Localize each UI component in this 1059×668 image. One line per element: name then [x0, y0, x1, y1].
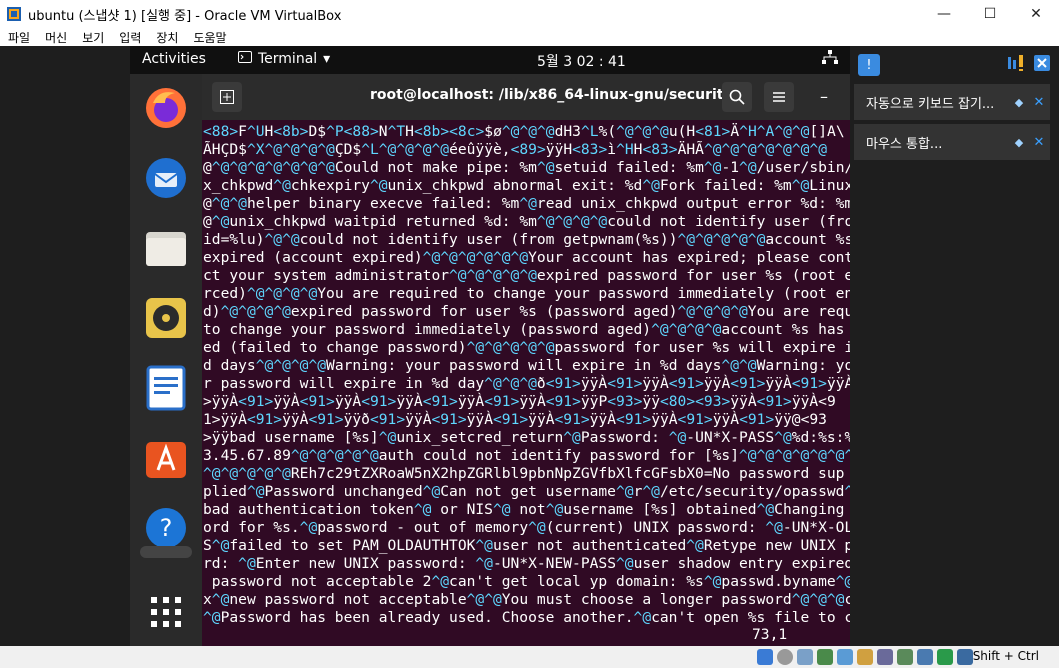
vim-ruler: 73,1 54%: [752, 626, 788, 643]
rhythmbox-icon[interactable]: [140, 292, 192, 344]
terminal-line: r password will expire in %d day^@^@^@ð<…: [203, 375, 850, 392]
terminal-line: x_chkpwd^@chkexpiry^@unix_chkpwd abnorma…: [203, 177, 850, 194]
chevron-down-icon: ▾: [323, 51, 331, 67]
window-title: ubuntu (스냅샷 1) [실행 중] - Oracle VM Virtua…: [28, 8, 342, 24]
network-icon[interactable]: [822, 50, 838, 68]
info-icon[interactable]: ◆: [1010, 136, 1028, 149]
app-menu-label: Terminal: [258, 51, 318, 67]
search-button[interactable]: [722, 82, 752, 112]
terminal-line: password not acceptable 2^@can't get loc…: [203, 573, 850, 590]
show-apps-icon[interactable]: [140, 586, 192, 638]
terminal-line: @^@^@^@^@^@^@^@Could not make pipe: %m^@…: [203, 159, 850, 176]
terminal-line: bad authentication token^@ or NIS^@ not^…: [203, 501, 845, 518]
notification-center-icon[interactable]: [1007, 54, 1025, 76]
network-adapter-icon[interactable]: [817, 649, 833, 665]
terminal-line: >ÿÿbad username [%s]^@unix_setcred_retur…: [203, 429, 850, 446]
terminal-line: to change your password immediately (pas…: [203, 321, 845, 338]
recording-icon[interactable]: [897, 649, 913, 665]
status-icons: [757, 649, 973, 665]
terminal-line: x^@new password not acceptable^@^@You mu…: [203, 591, 850, 608]
terminal-line: 1>ÿÿÀ<91>ÿÿÀ<91>ÿÿð<91>ÿÿÀ<91>ÿÿÀ<91>ÿÿÀ…: [203, 411, 827, 428]
close-icon[interactable]: ✕: [1028, 135, 1050, 150]
writer-icon[interactable]: [140, 362, 192, 414]
terminal-line: ct your system administrator^@^@^@^@^@ex…: [203, 267, 850, 284]
activities-button[interactable]: Activities: [142, 51, 206, 67]
terminal-app-icon: [238, 51, 252, 67]
vbox-statusbar: Shift + Ctrl: [0, 646, 1059, 668]
window-menubar: 파일 머신 보기 입력 장치 도움말: [0, 28, 1059, 46]
notification-pin-icon[interactable]: !: [858, 54, 880, 76]
vbox-notification-panel: ! 자동으로 키보드 잡기... ◆ ✕ 마우스 통합... ◆ ✕: [850, 46, 1059, 646]
guest-desktop[interactable]: Activities Terminal ▾ 5월 3 02 : 41 ? roo…: [130, 46, 850, 646]
clock[interactable]: 5월 3 02 : 41: [537, 51, 626, 71]
terminal-title: root@localhost: /lib/x86_64-linux-gnu/se…: [370, 87, 733, 103]
menu-file[interactable]: 파일: [0, 29, 37, 46]
vm-display[interactable]: Activities Terminal ▾ 5월 3 02 : 41 ? roo…: [0, 46, 1059, 646]
terminal-line: ^@^@^@^@^@REh7c29tZXRoaW5nX2hpZGRlbl9pbn…: [203, 465, 845, 482]
panel-top-icons: [1007, 54, 1051, 76]
terminal-headerbar: root@localhost: /lib/x86_64-linux-gnu/se…: [202, 74, 850, 120]
display-icon[interactable]: [877, 649, 893, 665]
menu-devices[interactable]: 장치: [148, 29, 185, 46]
host-key-label: Shift + Ctrl: [972, 649, 1039, 663]
gnome-top-bar: Activities Terminal ▾ 5월 3 02 : 41: [130, 46, 850, 74]
close-all-notifications-icon[interactable]: [1033, 54, 1051, 76]
menu-input[interactable]: 입력: [111, 29, 148, 46]
hamburger-menu-button[interactable]: [764, 82, 794, 112]
info-icon[interactable]: ◆: [1010, 96, 1028, 109]
terminal-line: rced)^@^@^@^@You are required to change …: [203, 285, 850, 302]
maximize-button[interactable]: ☐: [967, 0, 1013, 28]
running-app-highlight: [140, 546, 192, 558]
new-tab-button[interactable]: [212, 82, 242, 112]
terminal-line: plied^@Password unchanged^@Can not get u…: [203, 483, 850, 500]
terminal-line: d)^@^@^@^@expired password for user %s (…: [203, 303, 850, 320]
terminal-line: >ÿÿÀ<91>ÿÿÀ<91>ÿÿÀ<91>ÿÿÀ<91>ÿÿÀ<91>ÿÿÀ<…: [203, 393, 836, 410]
notification-keyboard-capture[interactable]: 자동으로 키보드 잡기... ◆ ✕: [854, 84, 1050, 120]
optical-drive-icon[interactable]: [777, 649, 793, 665]
mouse-integration-icon[interactable]: [937, 649, 953, 665]
terminal-line: d days^@^@^@^@Warning: your password wil…: [203, 357, 850, 374]
terminal-line: ^@Password has been already used. Choose…: [203, 609, 850, 626]
terminal-line: expired (account expired)^@^@^@^@^@^@You…: [203, 249, 850, 266]
menu-view[interactable]: 보기: [74, 29, 111, 46]
hard-disk-icon[interactable]: [757, 649, 773, 665]
terminal-line: @^@^@helper binary execve failed: %m^@re…: [203, 195, 850, 212]
cpu-icon[interactable]: [917, 649, 933, 665]
terminal-line: ÃHÇD$^X^@^@^@^@ÇD$^L^@^@^@^@éeûÿÿè,<89>ÿ…: [203, 141, 827, 158]
window-controls: — ☐ ✕: [921, 0, 1059, 28]
close-button[interactable]: ✕: [1013, 0, 1059, 28]
terminal-line: <88>F^UH<8b>D$^P<88>N^TH<8b><8c>$ø^@^@^@…: [203, 123, 845, 140]
virtualbox-app-icon: [6, 6, 22, 22]
shared-folders-icon[interactable]: [857, 649, 873, 665]
files-icon[interactable]: [140, 222, 192, 274]
notification-text: 마우스 통합...: [866, 136, 943, 152]
audio-icon[interactable]: [797, 649, 813, 665]
terminal-line: id=%lu)^@^@could not identify user (from…: [203, 231, 850, 248]
notification-text: 자동으로 키보드 잡기...: [866, 96, 995, 112]
terminal-line: S^@failed to set PAM_OLDAUTHTOK^@user no…: [203, 537, 850, 554]
minimize-button[interactable]: —: [921, 0, 967, 28]
thunderbird-icon[interactable]: [140, 152, 192, 204]
menu-machine[interactable]: 머신: [37, 29, 74, 46]
terminal-line: ord for %s.^@password - out of memory^@(…: [203, 519, 850, 536]
dock: ?: [130, 74, 202, 646]
software-center-icon[interactable]: [140, 432, 192, 484]
terminal-line: 3.45.67.89^@^@^@^@^@auth could not ident…: [203, 447, 850, 464]
svg-text:?: ?: [160, 514, 173, 542]
keyboard-capture-icon[interactable]: [957, 649, 973, 665]
terminal-minimize-button[interactable]: –: [820, 87, 828, 106]
close-icon[interactable]: ✕: [1028, 95, 1050, 110]
terminal-line: ed (failed to change password)^@^@^@^@^@…: [203, 339, 850, 356]
notification-mouse-integration[interactable]: 마우스 통합... ◆ ✕: [854, 124, 1050, 160]
terminal-line: rd: ^@Enter new UNIX password: ^@-UN*X-N…: [203, 555, 850, 572]
app-menu[interactable]: Terminal ▾: [238, 51, 330, 67]
menu-help[interactable]: 도움말: [185, 29, 233, 46]
firefox-icon[interactable]: [140, 82, 192, 134]
terminal-text: <88>F^UH<8b>D$^P<88>N^TH<8b><8c>$ø^@^@^@…: [203, 123, 850, 627]
terminal-output[interactable]: <88>F^UH<8b>D$^P<88>N^TH<8b><8c>$ø^@^@^@…: [202, 120, 850, 646]
window-titlebar: ubuntu (스냅샷 1) [실행 중] - Oracle VM Virtua…: [0, 0, 1059, 28]
terminal-line: @^@unix_chkpwd waitpid returned %d: %m^@…: [203, 213, 850, 230]
usb-icon[interactable]: [837, 649, 853, 665]
